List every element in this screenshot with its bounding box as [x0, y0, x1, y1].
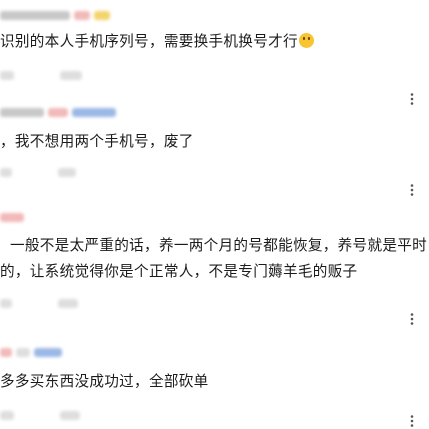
comment-text: 识别的本人手机序列号，需要换手机换号才行 — [0, 30, 314, 54]
comment-text: ，我不想用两个手机号，废了 — [0, 133, 194, 150]
blurred-badge — [16, 347, 30, 357]
comment-4-sub — [0, 409, 80, 421]
comment-text: 多多买东西没成功过，全部砍单 — [0, 373, 209, 390]
sweat-smile-emoji-icon — [298, 33, 314, 48]
blurred-username — [0, 107, 44, 117]
more-vertical-icon[interactable] — [405, 312, 419, 326]
comment-text-line-1: 一般不是太严重的话，养一两个月的号都能恢复，养号就是平时 — [10, 237, 428, 254]
comment-4-meta — [0, 346, 62, 358]
blurred-badge — [48, 107, 68, 117]
blurred-username — [0, 10, 70, 20]
more-vertical-icon[interactable] — [405, 414, 419, 428]
blurred-username — [0, 347, 12, 357]
blurred-timestamp — [0, 298, 12, 308]
blurred-reply-link — [60, 70, 82, 80]
blurred-badge — [72, 107, 116, 117]
blurred-timestamp — [0, 410, 14, 420]
blurred-timestamp — [0, 167, 12, 177]
blurred-reply-link — [58, 298, 78, 308]
blurred-badge — [34, 347, 62, 357]
blurred-badge — [94, 10, 110, 20]
comment-1-sub — [0, 69, 82, 81]
blurred-badge — [74, 10, 90, 20]
blurred-reply-link — [60, 410, 80, 420]
comment-3-sub — [0, 297, 78, 309]
more-vertical-icon[interactable] — [405, 92, 419, 106]
comment-1-meta — [0, 9, 110, 21]
more-vertical-icon[interactable] — [405, 183, 419, 197]
comment-2-meta — [0, 106, 116, 118]
blurred-reply-link — [58, 167, 76, 177]
blurred-timestamp — [0, 70, 14, 80]
comment-2-sub — [0, 166, 76, 178]
comment-text-line-2: 的，让系统觉得你是个正常人，不是专门薅羊毛的贩子 — [0, 263, 358, 280]
blurred-username — [0, 212, 24, 222]
comment-3-meta — [0, 211, 24, 223]
